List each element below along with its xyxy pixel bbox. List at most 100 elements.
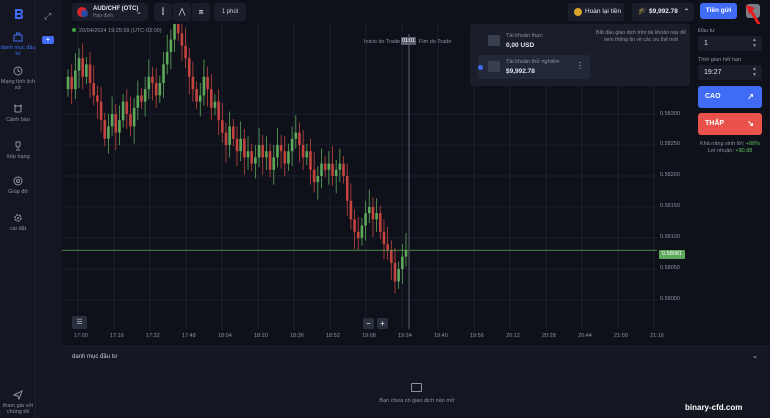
candle-body: [298, 132, 301, 145]
y-tick: 0.58250: [660, 141, 680, 147]
zoom-in-button[interactable]: +: [377, 318, 388, 329]
candle-body: [136, 95, 140, 108]
candle-body: [202, 76, 206, 96]
deposit-button[interactable]: Tiền gửi: [700, 3, 737, 19]
candle-body: [176, 24, 180, 34]
sliders-icon: ☰: [76, 319, 83, 326]
more-options-icon[interactable]: ⋮: [576, 61, 584, 70]
chevron-up-icon: ⌃: [684, 9, 690, 15]
candle-body: [272, 157, 276, 170]
invest-label: Đầu tư: [698, 28, 715, 34]
up-label: CAO: [705, 93, 721, 100]
datetime-text: 20/04/2024 19:25:59 (UTC-03:00): [79, 28, 162, 34]
sidebar-item-help[interactable]: Giúp đỡ: [0, 176, 36, 195]
candle-body: [121, 101, 125, 121]
timeframe-selector[interactable]: 1 phút: [214, 3, 246, 21]
left-sidebar: danh mục đầu tư Mạng tính lịch sử Cảnh b…: [0, 0, 36, 418]
down-button[interactable]: THẤP ↘: [698, 113, 762, 135]
balance-amount: $9,992.78: [649, 8, 678, 15]
selected-radio[interactable]: [478, 65, 483, 70]
us-flag-icon: [488, 35, 500, 46]
app-logo[interactable]: [12, 8, 24, 20]
candle-body: [393, 262, 397, 282]
sidebar-item-label: Cảnh báo: [6, 117, 30, 123]
expiry-input[interactable]: 19:27 ▲ ▼: [698, 65, 762, 80]
candle-body: [287, 151, 290, 164]
candle-body: [217, 101, 220, 121]
portfolio-panel: danh mục đầu tư ⌄ Bạn chưa có giao dịch …: [62, 346, 770, 418]
candle-body: [331, 163, 334, 176]
asset-selector[interactable]: AUD/CHF (OTC) Hạn định ⌄: [72, 3, 148, 21]
profit-line: Lợi nhuận: +$0.88: [690, 148, 770, 154]
candle-body: [404, 250, 408, 257]
candle-body: [184, 45, 187, 59]
x-tick: 18:36: [290, 333, 304, 339]
refund-button[interactable]: Hoàn lại tiền: [568, 3, 624, 21]
trade-timer-tag: 01:01: [401, 37, 416, 45]
candle-body: [235, 138, 239, 152]
candle-body: [250, 151, 253, 164]
y-tick: 0.58150: [660, 203, 680, 209]
candle-body: [114, 114, 118, 133]
indicators-button[interactable]: ⫿: [154, 3, 172, 21]
candle-body: [154, 83, 158, 96]
add-button[interactable]: +: [42, 36, 54, 44]
chart-settings-button[interactable]: ☰: [72, 316, 87, 329]
x-tick: 19:24: [398, 333, 412, 339]
y-tick: 0.58200: [660, 172, 680, 178]
balance-button[interactable]: 🎓 $9,992.78 ⌃: [632, 3, 694, 21]
candle-body: [327, 163, 331, 170]
empty-portfolio-icon: [411, 383, 422, 392]
sidebar-item-settings[interactable]: cài đặt: [0, 213, 36, 232]
candle-body: [268, 151, 272, 170]
sidebar-item-history[interactable]: Mạng tính lịch sử: [0, 66, 36, 91]
sidebar-item-label: danh mục đầu tư: [0, 45, 36, 57]
candle-body: [309, 151, 312, 170]
candle-body: [81, 58, 84, 77]
candle-body: [246, 151, 250, 158]
candle-body: [70, 76, 73, 90]
candle-body: [140, 95, 143, 102]
zoom-out-button[interactable]: −: [363, 318, 374, 329]
drawing-tools-button[interactable]: ⋀: [173, 3, 191, 21]
candle-body: [96, 95, 99, 102]
candle-body: [316, 176, 320, 183]
sidebar-item-ranking[interactable]: Xếp hạng: [0, 141, 36, 160]
candle-body: [103, 120, 107, 139]
candle-body: [375, 213, 378, 220]
portfolio-title: danh mục đầu tư: [72, 354, 118, 360]
graduation-cap-icon: 🎓: [638, 8, 647, 15]
candle-body: [305, 151, 309, 158]
sidebar-item-portfolio[interactable]: danh mục đầu tư: [0, 32, 36, 57]
gear-icon: [13, 213, 23, 223]
candle-body: [364, 213, 367, 226]
chevron-down-icon[interactable]: ⌄: [752, 352, 758, 360]
expand-icon[interactable]: ⤢: [44, 11, 53, 21]
chart-datetime: 20/04/2024 19:25:59 (UTC-03:00): [72, 28, 162, 34]
account-option-demo[interactable]: Tài khoản thử nghiệm $9,992.78 ⋮: [478, 55, 590, 79]
chart-type-button[interactable]: ⧈: [192, 3, 210, 21]
candle-body: [209, 89, 213, 108]
expiry-stepper[interactable]: ▲ ▼: [752, 66, 757, 78]
sidebar-item-label: Giúp đỡ: [8, 189, 28, 195]
candle-body: [125, 101, 129, 114]
account-option-real[interactable]: Tài khoản thực 0,00 USD: [478, 29, 590, 53]
candle-body: [107, 126, 110, 139]
sidebar-item-alerts[interactable]: Cảnh báo: [0, 104, 36, 123]
y-tick: 0.58050: [660, 265, 680, 271]
alarm-icon: [13, 104, 23, 114]
asset-subtitle: Hạn định: [93, 13, 114, 19]
x-tick: 18:20: [254, 333, 268, 339]
invest-input[interactable]: 1 ▲ ▼: [698, 36, 762, 51]
candle-body: [187, 58, 191, 77]
candle-body: [243, 138, 246, 158]
candle-body: [261, 145, 265, 158]
account-note: Bắt đầu giao dịch trên tài khoản này để …: [596, 30, 686, 43]
candle-body: [66, 76, 70, 90]
candle-body: [77, 58, 81, 71]
coin-icon: [574, 8, 582, 16]
invest-stepper[interactable]: ▲ ▼: [752, 37, 757, 49]
up-button[interactable]: CAO ↗: [698, 86, 762, 108]
sidebar-item-join[interactable]: tham gia với chúng tôi: [0, 389, 36, 415]
candle-body: [338, 163, 342, 170]
